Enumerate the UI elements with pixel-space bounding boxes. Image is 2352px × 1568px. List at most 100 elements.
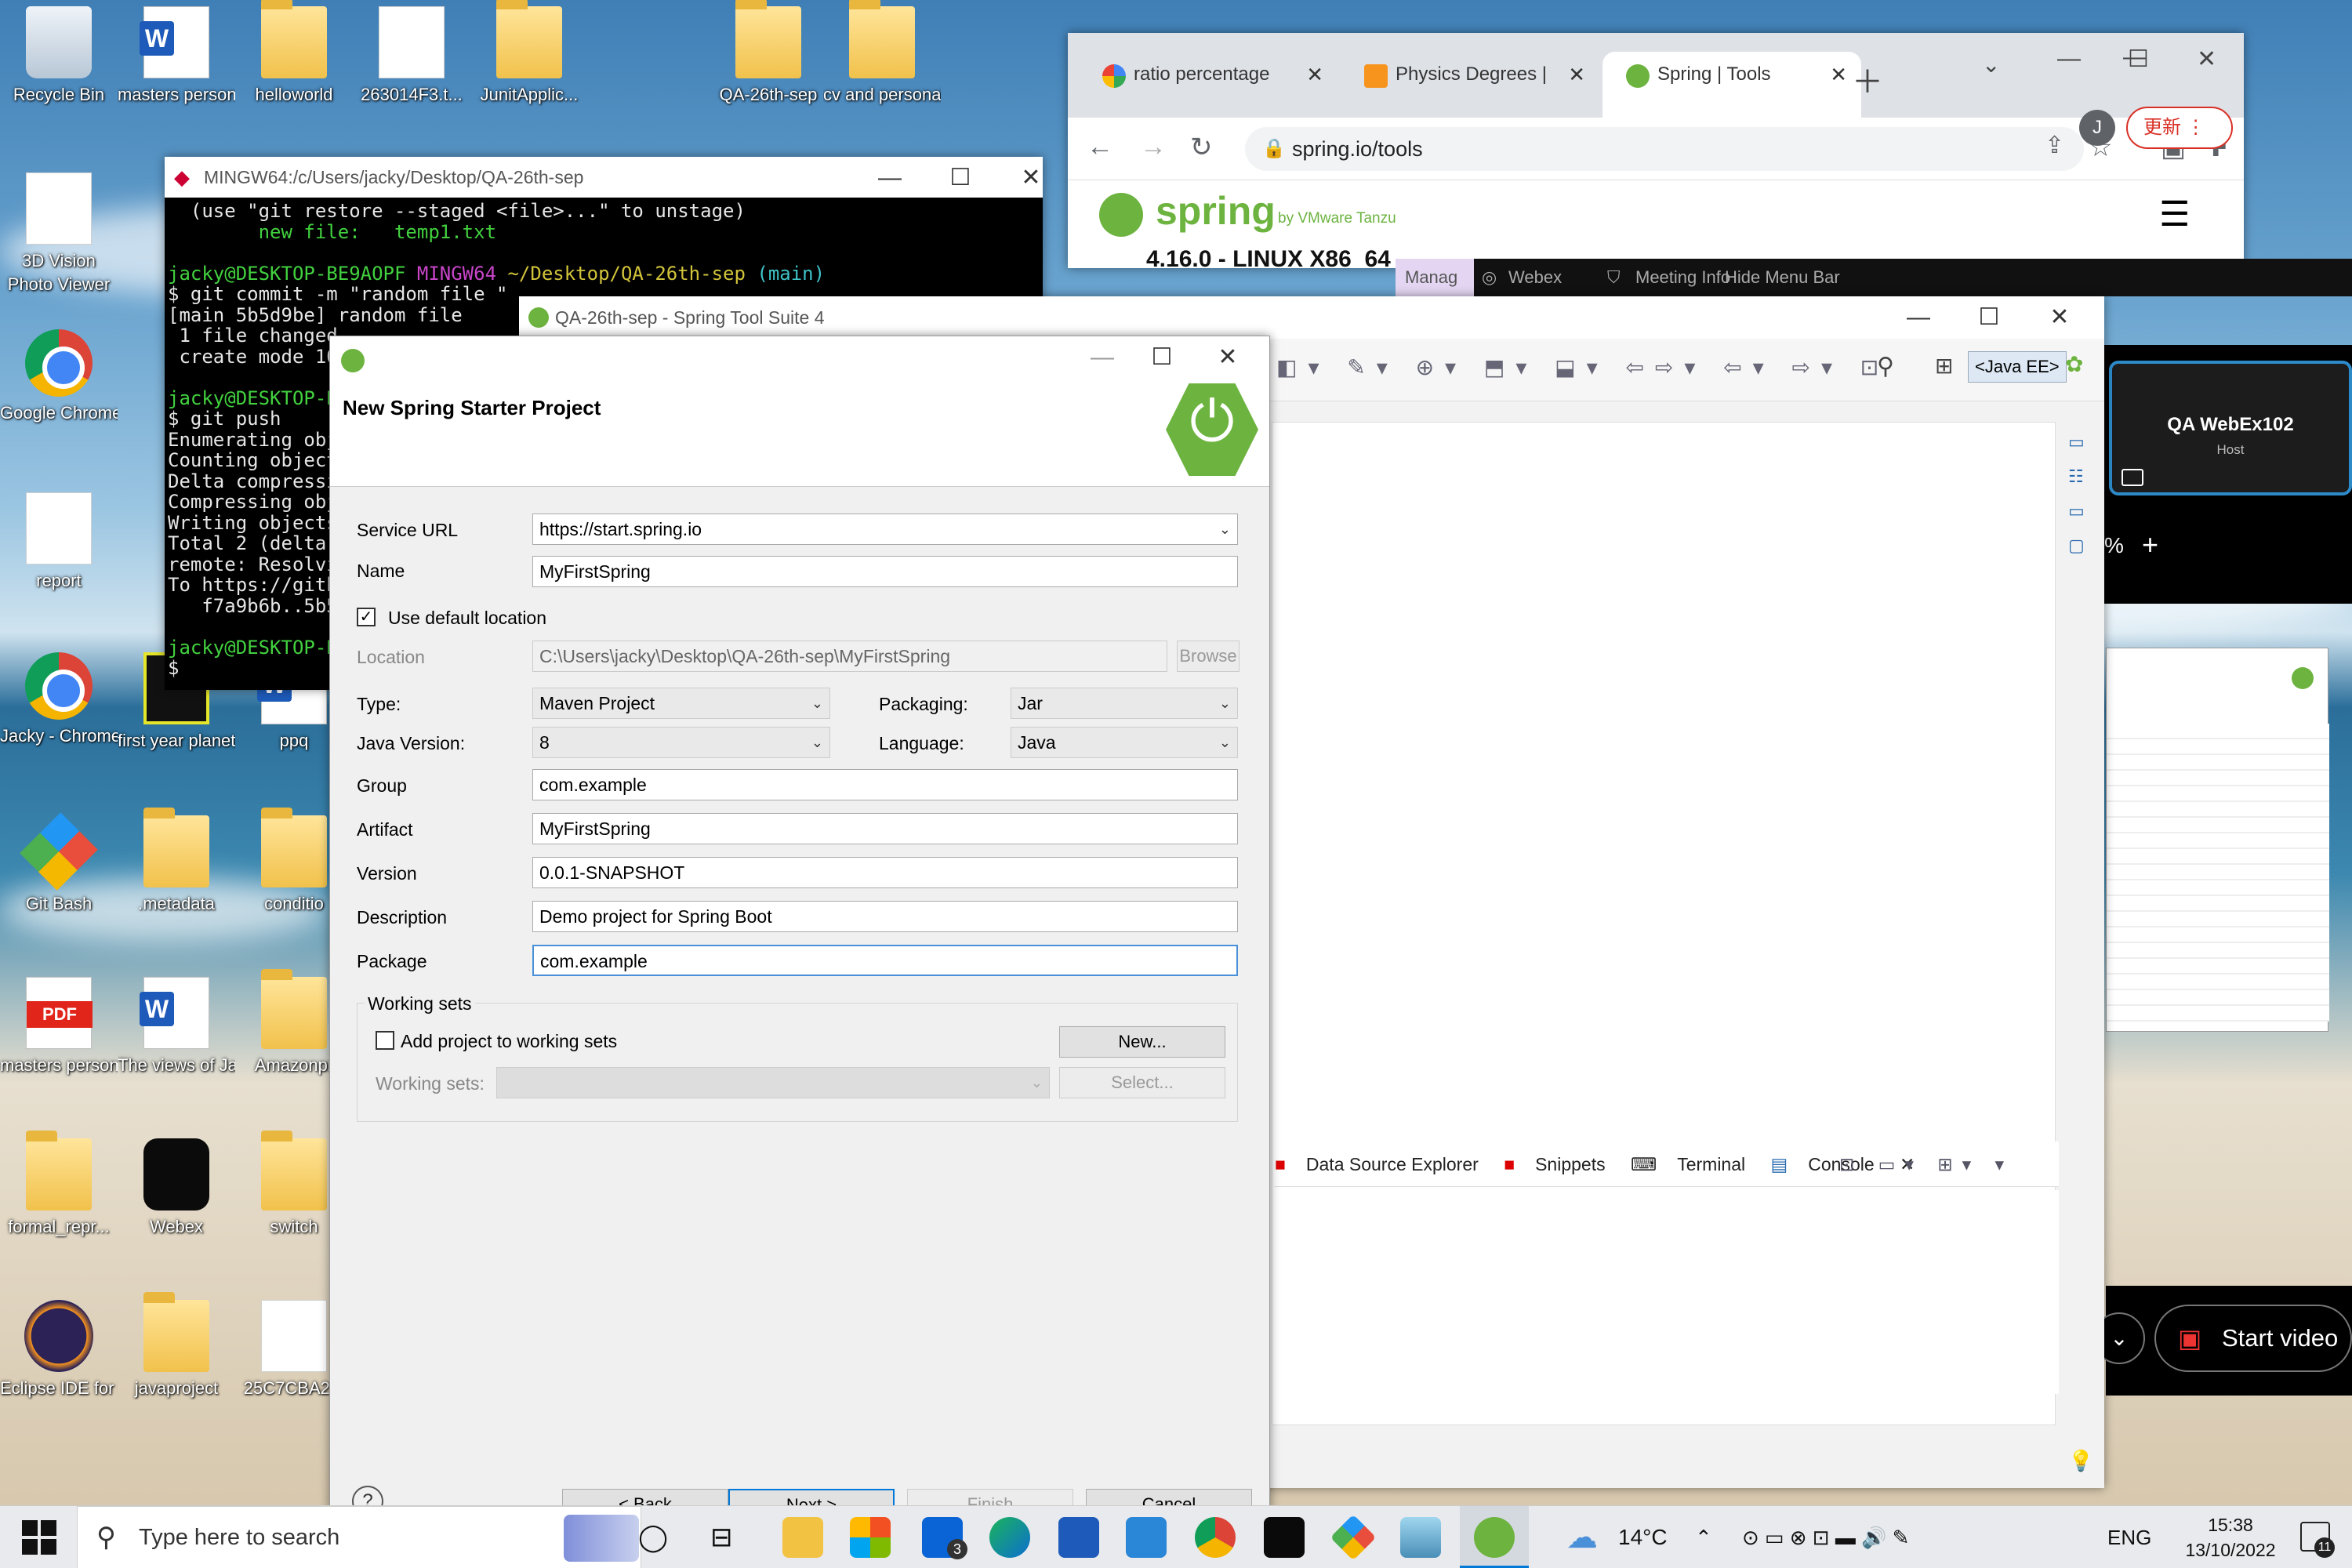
- update-button[interactable]: 更新 ⋮: [2126, 107, 2233, 149]
- group-field[interactable]: com.example: [532, 769, 1238, 800]
- tab-snippets[interactable]: Snippets: [1535, 1154, 1606, 1174]
- notification-center-icon[interactable]: 11: [2300, 1522, 2335, 1558]
- tray-icons[interactable]: ⊙ ▭ ⊗ ⊡ ▬ 🔊 ✎: [1742, 1506, 1909, 1568]
- chrome-tab[interactable]: Physics Degrees | ✕: [1341, 52, 1599, 118]
- close-button[interactable]: ✕: [996, 157, 1043, 199]
- hamburger-menu-icon[interactable]: ☰: [2159, 194, 2190, 234]
- close-button[interactable]: ✕: [2197, 45, 2216, 73]
- desktop-icon-google-chrome[interactable]: Google Chrome: [0, 329, 118, 463]
- tab-data-source-explorer[interactable]: Data Source Explorer: [1306, 1154, 1479, 1174]
- mail-icon[interactable]: 3: [922, 1517, 967, 1559]
- start-video-button[interactable]: ▣ Start video: [2154, 1305, 2352, 1372]
- use-default-location-checkbox[interactable]: ✓: [357, 608, 376, 626]
- microsoft-store-icon[interactable]: [850, 1517, 891, 1558]
- java-ee-perspective-button[interactable]: <Java EE>: [1968, 351, 2067, 383]
- notepad-icon[interactable]: [1400, 1517, 1441, 1558]
- word-icon[interactable]: [1058, 1517, 1099, 1558]
- desktop-icon-report[interactable]: report: [0, 492, 118, 626]
- maximize-button[interactable]: ☐: [2128, 45, 2149, 73]
- file-explorer-icon[interactable]: [782, 1517, 823, 1558]
- toolbar-icons[interactable]: ◧▾ ✎▾ ⊕▾ ⬒▾ ⬓▾ ⇦⇨▾ ⇦▾ ⇨▾ ⊡: [1276, 354, 1889, 380]
- desktop-icon-word-doc[interactable]: The views of Jason.edited: [118, 977, 235, 1110]
- desktop-icon-jacky-chrome[interactable]: Jacky - Chrome: [0, 652, 118, 786]
- desktop-icon-folder[interactable]: javaproject: [118, 1292, 235, 1433]
- new-working-set-button[interactable]: New...: [1059, 1026, 1225, 1058]
- maximize-button[interactable]: ☐: [925, 157, 996, 199]
- desktop-icon-webex[interactable]: Webex: [118, 1138, 235, 1272]
- maximize-button[interactable]: ☐: [1127, 336, 1197, 379]
- maximize-button[interactable]: ☐: [1954, 296, 2024, 339]
- desktop-icon-pdf[interactable]: masters personal sta...: [0, 977, 118, 1110]
- webex-icon[interactable]: [1264, 1517, 1305, 1558]
- start-button[interactable]: [22, 1520, 56, 1555]
- input-language[interactable]: ENG: [2107, 1506, 2151, 1568]
- desktop-icon-folder-selected[interactable]: QA-26th-sep: [710, 0, 827, 140]
- close-icon[interactable]: ✕: [1306, 52, 1323, 97]
- search-icon[interactable]: ⚲: [1877, 353, 1894, 380]
- artifact-field[interactable]: MyFirstSpring: [532, 813, 1238, 844]
- desktop-icon-folder[interactable]: helloworld: [235, 0, 353, 140]
- chevron-up-icon[interactable]: ⌃: [1695, 1506, 1712, 1568]
- version-field[interactable]: 0.0.1-SNAPSHOT: [532, 857, 1238, 888]
- service-url-combo[interactable]: https://start.spring.io ⌄: [532, 514, 1238, 545]
- desktop-icon-git-bash[interactable]: Git Bash: [0, 812, 118, 949]
- view-icons[interactable]: ▭ ☷ ▭ ▢: [2068, 425, 2104, 563]
- new-tab-button[interactable]: ＋: [1852, 56, 1899, 102]
- add-to-working-sets-checkbox[interactable]: [376, 1031, 394, 1050]
- chrome-icon[interactable]: [1195, 1517, 1236, 1558]
- minimize-button[interactable]: —: [2057, 45, 2081, 72]
- open-perspective-icon[interactable]: ⊞: [1935, 353, 1953, 379]
- git-bash-icon[interactable]: [1330, 1514, 1377, 1561]
- webex-bar-item[interactable]: Hide Menu Bar: [1725, 259, 1840, 296]
- power-automate-icon[interactable]: [1126, 1517, 1167, 1558]
- chrome-tab[interactable]: ratio percentage ✕: [1079, 52, 1338, 118]
- tab-search-icon[interactable]: ⌄: [1982, 52, 2000, 78]
- browse-button[interactable]: Browse: [1177, 641, 1240, 672]
- location-field[interactable]: C:\Users\jacky\Desktop\QA-26th-sep\MyFir…: [532, 641, 1167, 672]
- close-button[interactable]: ✕: [1192, 336, 1263, 379]
- spring-perspective-icon[interactable]: ✿: [2065, 351, 2083, 377]
- forward-arrow-icon[interactable]: →: [1140, 132, 1167, 162]
- desktop-icon-folder[interactable]: cv and personal...: [823, 0, 941, 140]
- webex-bar-item[interactable]: Manag: [1396, 259, 1474, 296]
- desktop-icon-zip[interactable]: formal_repr...: [0, 1131, 118, 1272]
- type-combo[interactable]: Maven Project ⌄: [532, 688, 830, 719]
- weather-temperature[interactable]: 14°C: [1618, 1506, 1668, 1568]
- desktop-icon-recycle-bin[interactable]: Recycle Bin: [0, 6, 118, 140]
- desktop-icon-metadata[interactable]: .metadata: [118, 808, 235, 949]
- name-field[interactable]: MyFirstSpring: [532, 556, 1238, 587]
- desktop-icon-word-doc[interactable]: masters personal sta...: [118, 6, 235, 140]
- java-version-combo[interactable]: 8 ⌄: [532, 727, 830, 758]
- packaging-combo[interactable]: Jar ⌄: [1011, 688, 1238, 719]
- tab-terminal[interactable]: Terminal: [1677, 1154, 1745, 1174]
- webex-host-tile[interactable]: QA WebEx102 Host: [2109, 361, 2352, 495]
- task-view-icon[interactable]: ◯: [638, 1506, 668, 1568]
- webex-bar-item[interactable]: Webex: [1508, 259, 1562, 296]
- close-button[interactable]: ✕: [2024, 296, 2095, 339]
- widgets-icon[interactable]: ⊟: [710, 1506, 733, 1568]
- desktop-icon-file[interactable]: 263014F3.t...: [353, 6, 470, 140]
- desktop-icon-folder[interactable]: JunitApplic...: [470, 0, 588, 140]
- reload-icon[interactable]: ↻: [1190, 132, 1213, 163]
- clock[interactable]: 15:38 13/10/2022: [2172, 1512, 2289, 1563]
- profile-avatar[interactable]: J: [2079, 110, 2115, 146]
- minimize-button[interactable]: —: [855, 157, 925, 199]
- minimize-button[interactable]: —: [1883, 296, 1954, 339]
- select-working-sets-button[interactable]: Select...: [1059, 1067, 1225, 1098]
- add-icon[interactable]: +: [2142, 528, 2158, 561]
- close-icon[interactable]: ✕: [1830, 52, 1847, 97]
- close-icon[interactable]: ✕: [1568, 52, 1585, 97]
- description-field[interactable]: Demo project for Spring Boot: [532, 901, 1238, 932]
- package-field[interactable]: com.example: [532, 945, 1238, 976]
- lightbulb-icon[interactable]: 💡: [2068, 1449, 2093, 1473]
- edge-icon[interactable]: [989, 1517, 1030, 1558]
- chrome-tab-active[interactable]: Spring | Tools ✕: [1602, 52, 1861, 118]
- taskbar-search-box[interactable]: ⚲ Type here to search: [77, 1506, 641, 1568]
- address-bar[interactable]: 🔒 spring.io/tools: [1245, 127, 2084, 171]
- webex-bar-item[interactable]: Meeting Info: [1635, 259, 1730, 296]
- back-arrow-icon[interactable]: ←: [1087, 132, 1113, 162]
- language-combo[interactable]: Java ⌄: [1011, 727, 1238, 758]
- desktop-icon-eclipse[interactable]: Eclipse IDE for Enterpri...: [0, 1300, 118, 1433]
- share-icon[interactable]: ⇪: [2045, 132, 2064, 159]
- spring-tool-suite-taskbar-button[interactable]: [1460, 1506, 1529, 1568]
